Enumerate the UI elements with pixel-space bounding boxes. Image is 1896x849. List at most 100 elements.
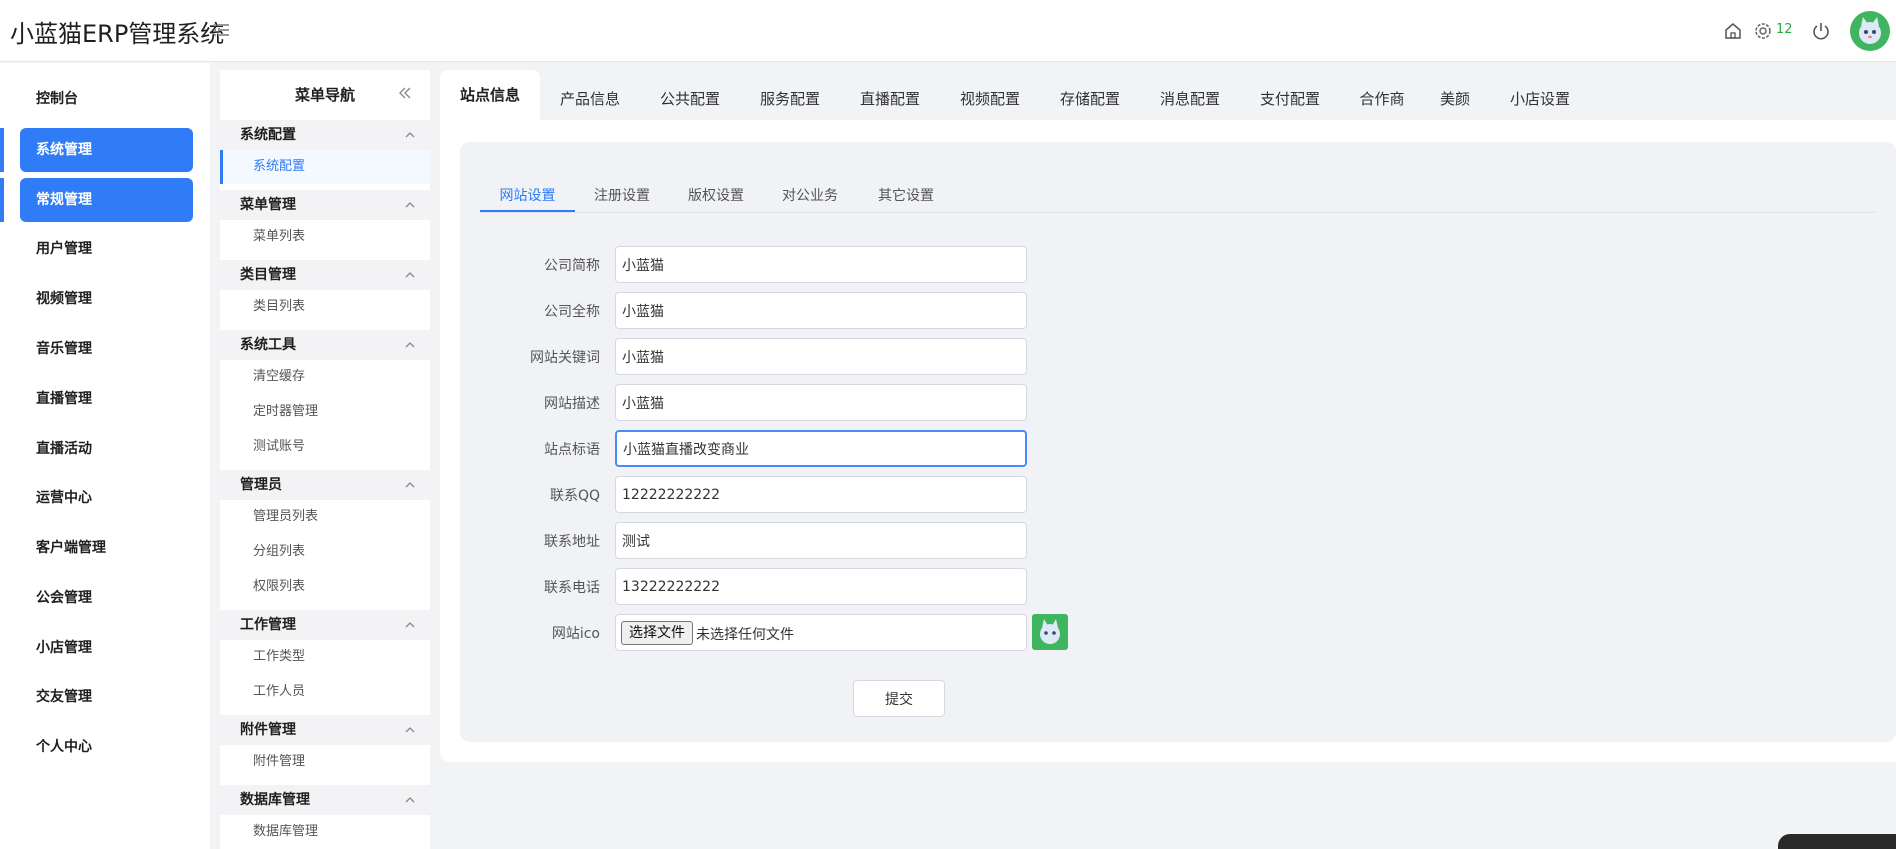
sidebar-item-operations[interactable]: 运营中心 <box>20 476 193 520</box>
site-slogan-input[interactable] <box>615 430 1027 467</box>
field-label: 联系电话 <box>544 580 600 596</box>
sidebar-item-social[interactable]: 交友管理 <box>20 675 193 719</box>
subtab-other[interactable]: 其它设置 <box>862 178 950 214</box>
sidebar-item-console[interactable]: 控制台 <box>20 77 193 121</box>
submenu-item[interactable]: 工作类型 <box>220 640 430 674</box>
submenu-item[interactable]: 分组列表 <box>220 535 430 569</box>
submenu-group[interactable]: 系统工具 <box>220 330 430 360</box>
floating-widget[interactable] <box>1778 834 1896 849</box>
submenu-item[interactable]: 管理员列表 <box>220 500 430 534</box>
submenu-group-label: 附件管理 <box>240 722 296 738</box>
sidebar-item-general[interactable]: 常规管理 <box>20 178 193 222</box>
list-icon[interactable] <box>212 20 232 40</box>
field-label: 公司简称 <box>544 258 600 274</box>
submenu-item[interactable]: 清空缓存 <box>220 360 430 394</box>
sidebar-item-guilds[interactable]: 公会管理 <box>20 576 193 620</box>
submenu-panel: 菜单导航 系统配置 系统配置 菜单管理 菜单列表 类目管理 类目列表 系统工具 … <box>220 70 430 849</box>
main-sidebar: 控制台 系统管理 常规管理 用户管理 视频管理 音乐管理 直播管理 直播活动 运… <box>0 63 210 849</box>
choose-file-button[interactable]: 选择文件 <box>621 621 693 645</box>
sidebar-item-clients[interactable]: 客户端管理 <box>20 526 193 570</box>
submenu-group[interactable]: 管理员 <box>220 470 430 500</box>
tab-beauty[interactable]: 美颜 <box>1430 70 1480 120</box>
tab-bar: 站点信息 产品信息 公共配置 服务配置 直播配置 视频配置 存储配置 消息配置 … <box>440 70 1896 120</box>
subtab-website[interactable]: 网站设置 <box>480 178 575 214</box>
contact-address-input[interactable] <box>615 522 1027 559</box>
subtab-copyright[interactable]: 版权设置 <box>672 178 760 214</box>
avatar[interactable] <box>1850 11 1890 51</box>
tab-storage-config[interactable]: 存储配置 <box>1050 70 1130 120</box>
tab-product-info[interactable]: 产品信息 <box>550 70 630 120</box>
sidebar-item-shop[interactable]: 小店管理 <box>20 626 193 670</box>
submenu-group-label: 菜单管理 <box>240 197 296 213</box>
tab-payment-config[interactable]: 支付配置 <box>1250 70 1330 120</box>
double-chevron-left-icon[interactable] <box>396 84 414 102</box>
contact-qq-input[interactable] <box>615 476 1027 513</box>
field-label: 公司全称 <box>544 304 600 320</box>
tab-site-info[interactable]: 站点信息 <box>440 70 540 120</box>
field-label: 网站ico <box>551 626 600 642</box>
chevron-up-icon <box>405 622 415 628</box>
submenu-item[interactable]: 权限列表 <box>220 570 430 604</box>
app-title: 小蓝猫ERP管理系统 <box>10 20 225 48</box>
tab-partners[interactable]: 合作商 <box>1350 70 1414 120</box>
subtab-active-ink <box>480 210 575 212</box>
submenu-item[interactable]: 类目列表 <box>220 290 430 324</box>
subtab-register[interactable]: 注册设置 <box>578 178 666 214</box>
submenu-group-label: 工作管理 <box>240 617 296 633</box>
top-header: 小蓝猫ERP管理系统 12 <box>0 0 1896 62</box>
company-short-name-input[interactable] <box>615 246 1027 283</box>
submenu-group[interactable]: 系统配置 <box>220 120 430 150</box>
site-keywords-input[interactable] <box>615 338 1027 375</box>
subtab-divider <box>480 212 1876 213</box>
field-label: 联系地址 <box>544 534 600 550</box>
submenu-group[interactable]: 菜单管理 <box>220 190 430 220</box>
chevron-up-icon <box>405 132 415 138</box>
submit-button[interactable]: 提交 <box>853 680 945 717</box>
subtab-corporate[interactable]: 对公业务 <box>766 178 854 214</box>
power-icon[interactable] <box>1810 20 1832 42</box>
chevron-up-icon <box>405 482 415 488</box>
site-ico-file-input[interactable]: 选择文件 未选择任何文件 <box>615 614 1027 651</box>
home-icon[interactable] <box>1722 20 1744 42</box>
contact-phone-input[interactable] <box>615 568 1027 605</box>
tab-message-config[interactable]: 消息配置 <box>1150 70 1230 120</box>
tab-live-config[interactable]: 直播配置 <box>850 70 930 120</box>
submenu-item[interactable]: 工作人员 <box>220 675 430 709</box>
sidebar-item-live-events[interactable]: 直播活动 <box>20 427 193 471</box>
settings-panel: 网站设置 注册设置 版权设置 对公业务 其它设置 公司简称 公司全称 网站关键词… <box>460 142 1896 742</box>
tab-service-config[interactable]: 服务配置 <box>750 70 830 120</box>
submenu-item[interactable]: 附件管理 <box>220 745 430 779</box>
tab-video-config[interactable]: 视频配置 <box>950 70 1030 120</box>
submenu-item[interactable]: 数据库管理 <box>220 815 430 849</box>
field-label: 网站关键词 <box>530 350 600 366</box>
site-description-input[interactable] <box>615 384 1027 421</box>
submenu-group[interactable]: 附件管理 <box>220 715 430 745</box>
tab-public-config[interactable]: 公共配置 <box>650 70 730 120</box>
submenu-item[interactable]: 系统配置 <box>220 150 430 184</box>
submenu-item[interactable]: 测试账号 <box>220 430 430 464</box>
field-label: 联系QQ <box>549 488 600 504</box>
tab-shop-settings[interactable]: 小店设置 <box>1500 70 1580 120</box>
sidebar-item-profile[interactable]: 个人中心 <box>20 725 193 769</box>
sidebar-item-videos[interactable]: 视频管理 <box>20 277 193 321</box>
submenu-item-label: 系统配置 <box>253 159 306 174</box>
submenu-group-label: 管理员 <box>240 477 282 493</box>
submenu-group-label: 系统工具 <box>240 337 296 353</box>
submenu-group[interactable]: 工作管理 <box>220 610 430 640</box>
chevron-up-icon <box>405 342 415 348</box>
company-full-name-input[interactable] <box>615 292 1027 329</box>
submenu-group[interactable]: 数据库管理 <box>220 785 430 815</box>
field-label: 网站描述 <box>544 396 600 412</box>
sidebar-item-users[interactable]: 用户管理 <box>20 227 193 271</box>
sidebar-item-system[interactable]: 系统管理 <box>20 128 193 172</box>
chevron-up-icon <box>405 727 415 733</box>
submenu-item[interactable]: 定时器管理 <box>220 395 430 429</box>
chevron-up-icon <box>405 797 415 803</box>
notification-count[interactable]: 12 <box>1776 22 1793 37</box>
gear-icon[interactable] <box>1752 20 1774 42</box>
sidebar-item-music[interactable]: 音乐管理 <box>20 327 193 371</box>
active-indicator <box>0 128 4 172</box>
submenu-group[interactable]: 类目管理 <box>220 260 430 290</box>
submenu-item[interactable]: 菜单列表 <box>220 220 430 254</box>
sidebar-item-live[interactable]: 直播管理 <box>20 377 193 421</box>
